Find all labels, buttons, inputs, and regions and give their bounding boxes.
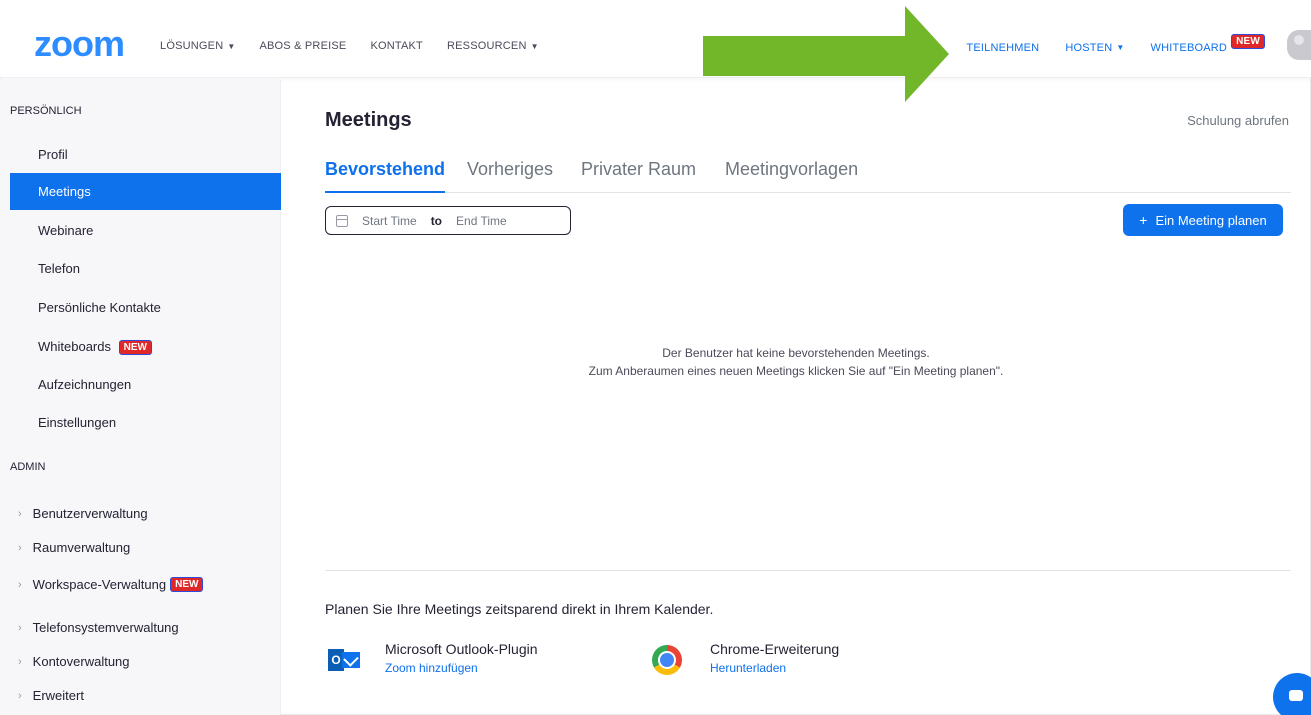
sidebar-item-whiteboards[interactable]: Whiteboards NEW [10,328,281,365]
new-badge: NEW [170,577,204,592]
empty-state-message: Der Benutzer hat keine bevorstehenden Me… [281,344,1311,380]
top-navigation: zoom LÖSUNGEN ▼ ABOS & PREISE KONTAKT RE… [0,0,1311,78]
caret-down-icon: ▼ [1116,43,1125,52]
sidebar-item-label: Erweitert [32,688,84,703]
nav-item-label: WHITEBOARD [1150,41,1228,54]
sidebar-item-webinare[interactable]: Webinare [10,212,281,249]
sidebar-item-label: Aufzeichnungen [38,377,132,392]
sidebar-item-erweitert[interactable]: › Erweitert [18,688,84,703]
sidebar-item-workspace[interactable]: › Workspace-Verwaltung NEW [18,577,204,592]
tab-meetingvorlagen[interactable]: Meetingvorlagen [725,159,858,180]
sidebar-item-label: Einstellungen [38,415,117,430]
chevron-right-icon: › [18,507,22,520]
start-time-field[interactable]: Start Time [362,214,417,228]
zoom-logo[interactable]: zoom [34,26,125,62]
caret-down-icon: ▼ [530,41,539,51]
nav-item-hosten[interactable]: HOSTEN ▼ [1065,42,1124,54]
divider [325,570,1291,571]
outlook-icon: O [328,643,360,677]
sidebar-item-benutzerverwaltung[interactable]: › Benutzerverwaltung [18,506,148,521]
nav-item-label: KONTAKT [370,40,423,52]
sidebar-item-label: Whiteboards [38,339,111,354]
nav-item-label: LÖSUNGEN [160,40,224,52]
sidebar-item-label: Telefon [38,261,80,276]
sidebar-item-telefonsystem[interactable]: › Telefonsystemverwaltung [18,620,179,635]
nav-item-whiteboard[interactable]: WHITEBOARD NEW [1150,34,1265,55]
section-title-personal: PERSÖNLICH [10,105,82,117]
plugin-name: Microsoft Outlook-Plugin [385,641,538,657]
sidebar-item-label: Telefonsystemverwaltung [32,620,179,635]
calendar-icon [336,214,348,227]
add-zoom-link[interactable]: Zoom hinzufügen [385,661,538,675]
nav-right: TEILNEHMEN HOSTEN ▼ WHITEBOARD NEW [940,34,1265,55]
empty-state-line: Der Benutzer hat keine bevorstehenden Me… [662,346,930,360]
nav-item-label: TEILNEHMEN [966,41,1040,54]
nav-item-abos-preise[interactable]: ABOS & PREISE [259,40,346,52]
nav-item-loesungen[interactable]: LÖSUNGEN ▼ [160,40,235,52]
tab-vorheriges[interactable]: Vorheriges [467,159,553,180]
end-time-field[interactable]: End Time [456,214,507,228]
avatar[interactable] [1287,30,1311,60]
sidebar-item-label: Persönliche Kontakte [38,300,161,315]
nav-item-label: HOSTEN [1065,41,1113,54]
chat-bubble-button[interactable] [1273,673,1311,715]
section-title-admin: ADMIN [10,461,46,473]
chrome-icon [652,645,682,675]
sidebar-item-telefon[interactable]: Telefon [10,250,281,287]
sidebar-item-kontoverwaltung[interactable]: › Kontoverwaltung [18,654,130,669]
sidebar-item-label: Webinare [38,223,94,238]
training-link[interactable]: Schulung abrufen [1187,113,1289,128]
nav-item-teilnehmen[interactable]: TEILNEHMEN [966,42,1039,54]
sidebar-item-profil[interactable]: Profil [10,136,281,173]
download-link[interactable]: Herunterladen [710,661,839,675]
sidebar-item-label: Workspace-Verwaltung [32,577,167,592]
plugin-name: Chrome-Erweiterung [710,641,840,657]
page-title: Meetings [325,109,412,131]
tab-privater-raum[interactable]: Privater Raum [581,159,696,180]
nav-item-ressourcen[interactable]: RESSOURCEN ▼ [447,40,539,52]
sidebar-item-raumverwaltung[interactable]: › Raumverwaltung [18,540,130,555]
schedule-meeting-button[interactable]: + Ein Meeting planen [1123,204,1283,236]
chevron-right-icon: › [18,541,22,554]
chevron-right-icon: › [18,689,22,702]
nav-item-label: ABOS & PREISE [259,40,347,52]
tab-bar: Bevorstehend Vorheriges Privater Raum Me… [325,159,1291,193]
sidebar: PERSÖNLICH Profil Meetings Webinare Tele… [0,79,281,715]
button-label: Ein Meeting planen [1155,212,1267,228]
outlook-plugin: O Microsoft Outlook-Plugin Zoom hinzufüg… [328,641,538,677]
caret-down-icon: ▼ [227,41,236,51]
sidebar-item-einstellungen[interactable]: Einstellungen [10,404,281,441]
sidebar-item-label: Raumverwaltung [32,540,131,555]
chevron-right-icon: › [18,578,22,591]
nav-item-label: RESSOURCEN [446,40,527,52]
window-frame: zoom LÖSUNGEN ▼ ABOS & PREISE KONTAKT RE… [0,0,1311,715]
new-badge: NEW [118,340,152,355]
sidebar-item-label: Benutzerverwaltung [32,506,148,521]
date-range-picker[interactable]: Start Time to End Time [325,206,571,235]
chevron-right-icon: › [18,621,22,634]
chevron-right-icon: › [18,655,22,668]
sidebar-item-label: Kontoverwaltung [32,654,130,669]
sidebar-item-label: Profil [38,147,68,162]
nav-left: LÖSUNGEN ▼ ABOS & PREISE KONTAKT RESSOUR… [160,40,563,52]
tab-bevorstehend[interactable]: Bevorstehend [325,159,446,193]
date-range-separator: to [430,213,443,228]
sidebar-item-kontakte[interactable]: Persönliche Kontakte [10,289,281,326]
nav-item-kontakt[interactable]: KONTAKT [370,40,423,52]
main-content: Meetings Schulung abrufen Bevorstehend V… [281,79,1311,715]
empty-state-line: Zum Anberaumen eines neuen Meetings klic… [588,364,1004,378]
sidebar-item-aufzeichnungen[interactable]: Aufzeichnungen [10,366,281,403]
chrome-extension: Chrome-Erweiterung Herunterladen [652,641,839,675]
sidebar-item-meetings[interactable]: Meetings [10,173,281,210]
calendar-integration-text: Planen Sie Ihre Meetings zeitsparend dir… [325,601,714,617]
new-badge: NEW [1231,34,1265,49]
plus-icon: + [1139,212,1148,228]
sidebar-item-label: Meetings [38,184,91,199]
